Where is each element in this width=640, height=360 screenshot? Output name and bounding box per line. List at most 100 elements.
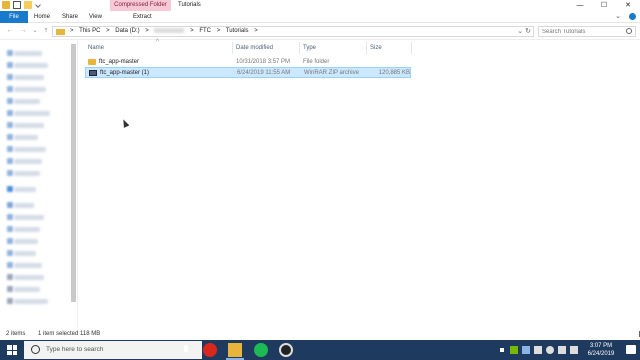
tab-share[interactable]: Share: [56, 11, 84, 23]
file-date: 10/31/2018 3:57 PM: [236, 59, 291, 65]
microphone-icon[interactable]: [184, 345, 188, 352]
windows-logo-icon: [12, 350, 17, 355]
nav-item[interactable]: [14, 215, 44, 220]
nav-item[interactable]: [14, 87, 46, 92]
obs-icon[interactable]: [279, 343, 293, 357]
breadcrumb-redacted[interactable]: [154, 27, 185, 33]
nav-item[interactable]: [14, 63, 48, 68]
help-icon[interactable]: [629, 12, 636, 20]
nav-item[interactable]: [14, 203, 34, 208]
close-button[interactable]: ✕: [616, 0, 640, 11]
nav-item[interactable]: [14, 159, 42, 164]
breadcrumb-separator: >: [216, 28, 221, 34]
up-button[interactable]: ↑: [41, 26, 51, 36]
mouse-cursor-icon: [120, 118, 130, 128]
title-bar: Compressed Folder Tools Tutorials — ☐ ✕: [0, 0, 640, 19]
nav-item[interactable]: [14, 171, 40, 176]
back-button[interactable]: ←: [5, 26, 15, 36]
nav-item[interactable]: [14, 227, 40, 232]
folder-icon: [7, 122, 13, 128]
column-header-size[interactable]: Size: [367, 42, 412, 54]
taskbar-search-box[interactable]: Type here to search: [24, 341, 202, 359]
recent-locations-button[interactable]: ⌄: [30, 26, 40, 36]
tab-file[interactable]: File: [0, 11, 28, 23]
properties-icon[interactable]: [13, 1, 21, 9]
forward-button[interactable]: →: [18, 26, 28, 36]
taskbar: Type here to search 3:07 PM 6/24/2019: [0, 340, 640, 360]
drive-icon: [7, 274, 13, 280]
nav-item[interactable]: [14, 251, 36, 256]
breadcrumb-tutorials[interactable]: Tutorials: [226, 28, 249, 34]
compressed-folder-tools-tab[interactable]: Compressed Folder Tools: [110, 0, 171, 19]
tab-view[interactable]: View: [83, 11, 108, 23]
onedrive-icon[interactable]: [522, 346, 530, 354]
folder-icon: [7, 238, 13, 244]
nav-item[interactable]: [14, 51, 42, 56]
file-size: [368, 57, 409, 67]
clock-date: 6/24/2019: [587, 351, 615, 357]
breadcrumb-separator: >: [145, 28, 149, 34]
address-bar[interactable]: > This PC > Data (D:) > > FTC > Tutorial…: [52, 26, 534, 37]
nav-item[interactable]: [14, 123, 44, 128]
opera-icon[interactable]: [203, 343, 217, 357]
action-center-icon[interactable]: [626, 345, 636, 354]
nav-item[interactable]: [14, 287, 40, 292]
breadcrumb-data-drive[interactable]: Data (D:): [115, 28, 139, 34]
status-bar: 2 items 1 item selected 118 MB: [0, 329, 640, 340]
item-count: 2 items: [6, 331, 26, 337]
nav-item[interactable]: [14, 275, 44, 280]
wifi-icon[interactable]: [546, 346, 554, 354]
drive-icon: [7, 286, 13, 292]
column-header-name[interactable]: Name: [85, 42, 233, 54]
breadcrumb-ftc[interactable]: FTC: [199, 28, 211, 34]
onedrive-icon: [7, 186, 13, 192]
folder-icon: [7, 262, 13, 268]
new-folder-icon[interactable]: [24, 1, 32, 9]
nav-item[interactable]: [14, 299, 48, 304]
refresh-button[interactable]: ↻: [525, 28, 531, 35]
nav-item[interactable]: [14, 99, 40, 104]
file-row-selected[interactable]: ftc_app-master (1) 6/24/2019 11:55 AM Wi…: [85, 67, 411, 78]
volume-icon[interactable]: [558, 346, 566, 354]
navigation-pane: [0, 40, 78, 328]
nav-item[interactable]: [14, 111, 50, 116]
nav-item[interactable]: [14, 135, 38, 140]
window-title: Tutorials: [178, 2, 201, 8]
file-explorer-icon[interactable]: [226, 343, 244, 360]
breadcrumb-separator: >: [190, 28, 194, 34]
breadcrumb-this-pc[interactable]: This PC: [79, 28, 100, 34]
address-dropdown-button[interactable]: ⌄: [517, 28, 523, 35]
search-box[interactable]: [538, 26, 636, 37]
breadcrumb-separator: >: [254, 28, 258, 34]
folder-icon: [2, 1, 10, 9]
column-header-date-modified[interactable]: Date modified: [233, 42, 300, 54]
spotify-icon[interactable]: [254, 343, 268, 357]
nav-item[interactable]: [14, 239, 38, 244]
customize-toolbar-icon[interactable]: [35, 2, 41, 8]
nvidia-icon[interactable]: [510, 346, 518, 354]
minimize-button[interactable]: —: [568, 0, 592, 11]
nav-item[interactable]: [14, 263, 42, 268]
nav-item[interactable]: [14, 187, 36, 192]
this-pc-icon: [7, 202, 13, 208]
search-input[interactable]: [542, 27, 622, 36]
file-type: WinRAR ZIP archive: [304, 70, 359, 76]
folder-icon: [56, 29, 65, 35]
expand-ribbon-button[interactable]: ⌄: [615, 13, 621, 20]
breadcrumb-separator: >: [106, 28, 110, 34]
search-icon[interactable]: [626, 28, 632, 34]
tab-extract[interactable]: Extract: [127, 11, 158, 23]
windows-logo-icon: [7, 345, 12, 350]
keyboard-icon[interactable]: [570, 346, 578, 354]
nav-item[interactable]: [14, 147, 46, 152]
maximize-button[interactable]: ☐: [592, 0, 616, 11]
column-header-type[interactable]: Type: [300, 42, 367, 54]
nav-item[interactable]: [14, 75, 44, 80]
start-button[interactable]: [7, 345, 17, 355]
tab-home[interactable]: Home: [28, 11, 56, 23]
battery-icon[interactable]: [534, 346, 542, 354]
clock[interactable]: 3:07 PM 6/24/2019: [580, 342, 622, 358]
folder-icon: [7, 62, 13, 68]
nav-pane-scrollbar[interactable]: [71, 44, 76, 302]
chevron-up-icon[interactable]: [500, 348, 504, 352]
